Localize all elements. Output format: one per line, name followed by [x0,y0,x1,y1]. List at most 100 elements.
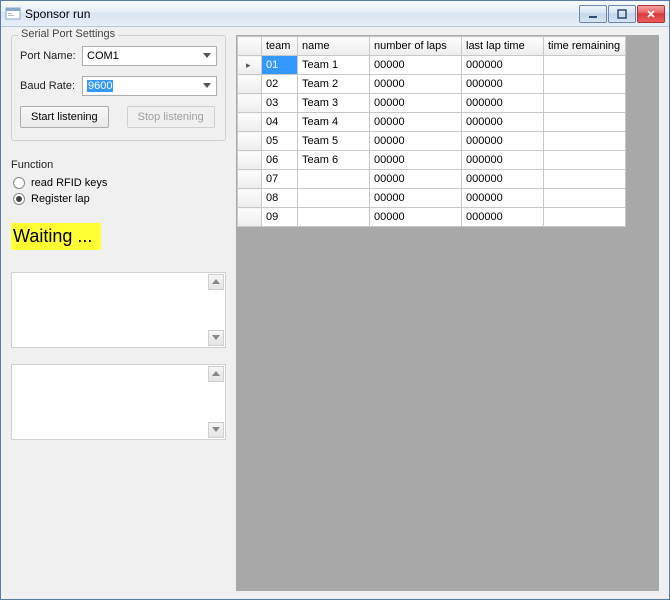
cell-laps[interactable]: 00000 [370,170,462,189]
cell-team[interactable]: 07 [262,170,298,189]
cell-laps[interactable]: 00000 [370,208,462,227]
cell-laps[interactable]: 00000 [370,189,462,208]
cell-team[interactable]: 08 [262,189,298,208]
radio-icon [13,193,25,205]
cell-laps[interactable]: 00000 [370,113,462,132]
row-selector-header[interactable] [238,37,262,56]
cell-time[interactable] [544,113,626,132]
scrollbar[interactable] [208,366,224,438]
cell-time[interactable] [544,151,626,170]
cell-last[interactable]: 000000 [462,56,544,75]
cell-name[interactable]: Team 3 [298,94,370,113]
row-selector[interactable] [238,208,262,227]
data-grid-wrap: team name number of laps last lap time t… [237,36,658,227]
cell-name[interactable] [298,208,370,227]
close-button[interactable] [637,5,665,23]
cell-laps[interactable]: 00000 [370,151,462,170]
log-textbox-2[interactable] [11,364,226,440]
cell-name[interactable] [298,189,370,208]
radio-icon [13,177,25,189]
table-row[interactable]: 01Team 100000000000 [238,56,626,75]
radio-register-label: Register lap [31,193,90,205]
col-team-header[interactable]: team [262,37,298,56]
cell-team[interactable]: 05 [262,132,298,151]
col-last-header[interactable]: last lap time [462,37,544,56]
table-row[interactable]: 03Team 300000000000 [238,94,626,113]
chevron-down-icon [199,49,214,63]
cell-name[interactable]: Team 4 [298,113,370,132]
data-grid[interactable]: team name number of laps last lap time t… [237,36,626,227]
row-selector[interactable] [238,56,262,75]
data-grid-panel: team name number of laps last lap time t… [236,35,659,591]
cell-time[interactable] [544,75,626,94]
table-row[interactable]: 06Team 600000000000 [238,151,626,170]
cell-time[interactable] [544,170,626,189]
table-row[interactable]: 04Team 400000000000 [238,113,626,132]
cell-last[interactable]: 000000 [462,208,544,227]
cell-time[interactable] [544,94,626,113]
row-selector[interactable] [238,132,262,151]
scroll-up-icon[interactable] [208,366,224,382]
cell-team[interactable]: 09 [262,208,298,227]
cell-laps[interactable]: 00000 [370,56,462,75]
table-row[interactable]: 05Team 500000000000 [238,132,626,151]
cell-laps[interactable]: 00000 [370,94,462,113]
col-laps-header[interactable]: number of laps [370,37,462,56]
table-row[interactable]: 02Team 200000000000 [238,75,626,94]
cell-name[interactable]: Team 2 [298,75,370,94]
cell-last[interactable]: 000000 [462,94,544,113]
row-selector[interactable] [238,75,262,94]
maximize-button[interactable] [608,5,636,23]
titlebar[interactable]: Sponsor run [1,1,669,27]
radio-read-label: read RFID keys [31,177,107,189]
cell-team[interactable]: 06 [262,151,298,170]
col-time-header[interactable]: time remaining [544,37,626,56]
cell-time[interactable] [544,208,626,227]
scroll-down-icon[interactable] [208,422,224,438]
cell-last[interactable]: 000000 [462,170,544,189]
row-selector[interactable] [238,151,262,170]
row-selector[interactable] [238,113,262,132]
cell-last[interactable]: 000000 [462,113,544,132]
scroll-up-icon[interactable] [208,274,224,290]
cell-team[interactable]: 04 [262,113,298,132]
port-name-combo[interactable]: COM1 [82,46,217,66]
cell-name[interactable]: Team 1 [298,56,370,75]
cell-time[interactable] [544,132,626,151]
col-name-header[interactable]: name [298,37,370,56]
table-row[interactable]: 07 00000000000 [238,170,626,189]
cell-last[interactable]: 000000 [462,75,544,94]
baud-rate-combo[interactable]: 9600 [82,76,217,96]
minimize-button[interactable] [579,5,607,23]
cell-team[interactable]: 02 [262,75,298,94]
radio-register-lap[interactable]: Register lap [11,193,226,205]
start-listening-button[interactable]: Start listening [20,106,109,128]
log-textbox-1[interactable] [11,272,226,348]
serial-group-title: Serial Port Settings [18,28,118,40]
status-label: Waiting ... [11,223,101,250]
cell-laps[interactable]: 00000 [370,75,462,94]
scroll-down-icon[interactable] [208,330,224,346]
cell-time[interactable] [544,56,626,75]
function-heading: Function [11,159,226,171]
cell-team[interactable]: 01 [262,56,298,75]
table-row[interactable]: 08 00000000000 [238,189,626,208]
cell-time[interactable] [544,189,626,208]
window-title: Sponsor run [25,7,579,21]
cell-name[interactable] [298,170,370,189]
row-selector[interactable] [238,94,262,113]
serial-port-group: Serial Port Settings Port Name: COM1 Bau… [11,35,226,141]
cell-name[interactable]: Team 5 [298,132,370,151]
cell-team[interactable]: 03 [262,94,298,113]
cell-last[interactable]: 000000 [462,132,544,151]
cell-last[interactable]: 000000 [462,151,544,170]
radio-read-rfid[interactable]: read RFID keys [11,177,226,189]
cell-laps[interactable]: 00000 [370,132,462,151]
row-selector[interactable] [238,189,262,208]
scrollbar[interactable] [208,274,224,346]
cell-last[interactable]: 000000 [462,189,544,208]
table-row[interactable]: 09 00000000000 [238,208,626,227]
header-row: team name number of laps last lap time t… [238,37,626,56]
row-selector[interactable] [238,170,262,189]
cell-name[interactable]: Team 6 [298,151,370,170]
